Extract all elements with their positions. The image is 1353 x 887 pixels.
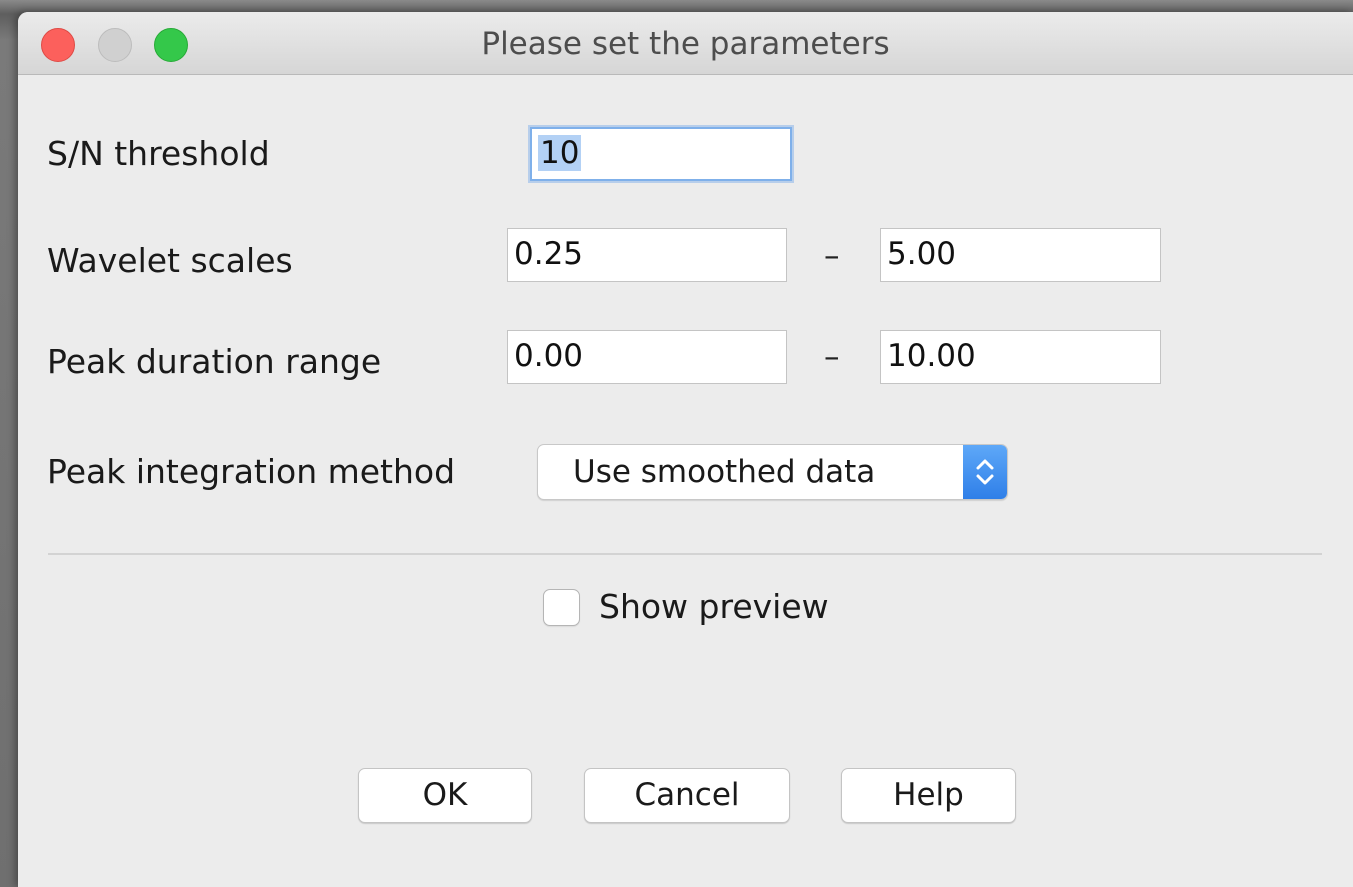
cancel-button[interactable]: Cancel (584, 768, 790, 823)
wavelet-scales-min-value: 0.25 (514, 236, 584, 272)
wavelet-scales-max-value: 5.00 (887, 236, 957, 272)
sn-threshold-input[interactable]: 10 (530, 127, 792, 181)
help-button[interactable]: Help (841, 768, 1016, 823)
show-preview-checkbox[interactable] (543, 589, 580, 626)
ok-button[interactable]: OK (358, 768, 532, 823)
wavelet-scales-min-input[interactable]: 0.25 (507, 228, 787, 282)
show-preview-label[interactable]: Show preview (599, 587, 829, 626)
peak-duration-separator: – (824, 339, 840, 375)
peak-duration-label: Peak duration range (47, 342, 382, 381)
sn-threshold-value: 10 (538, 135, 582, 171)
peak-duration-max-value: 10.00 (887, 338, 976, 374)
title-bar: Please set the parameters (18, 12, 1353, 75)
sn-threshold-label: S/N threshold (47, 134, 270, 173)
integration-method-select[interactable]: Use smoothed data (537, 444, 1008, 500)
wavelet-scales-separator: – (824, 238, 840, 274)
parameters-dialog: Please set the parameters S/N threshold … (18, 12, 1353, 887)
window-title: Please set the parameters (481, 26, 890, 62)
wavelet-scales-max-input[interactable]: 5.00 (880, 228, 1161, 282)
peak-duration-max-input[interactable]: 10.00 (880, 330, 1161, 384)
peak-duration-min-input[interactable]: 0.00 (507, 330, 787, 384)
section-divider (48, 553, 1322, 555)
integration-method-label: Peak integration method (47, 452, 456, 491)
chevron-up-down-icon (963, 445, 1007, 499)
peak-duration-min-value: 0.00 (514, 338, 584, 374)
integration-method-selected: Use smoothed data (573, 454, 876, 490)
wavelet-scales-label: Wavelet scales (47, 241, 293, 280)
